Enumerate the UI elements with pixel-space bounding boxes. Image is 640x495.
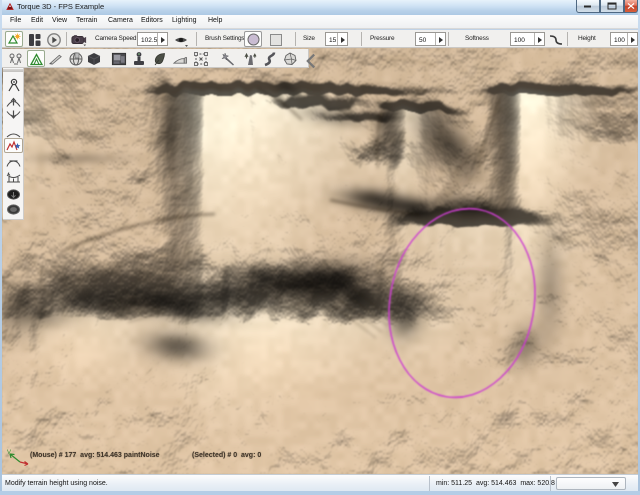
svg-text:V: V xyxy=(7,450,11,456)
